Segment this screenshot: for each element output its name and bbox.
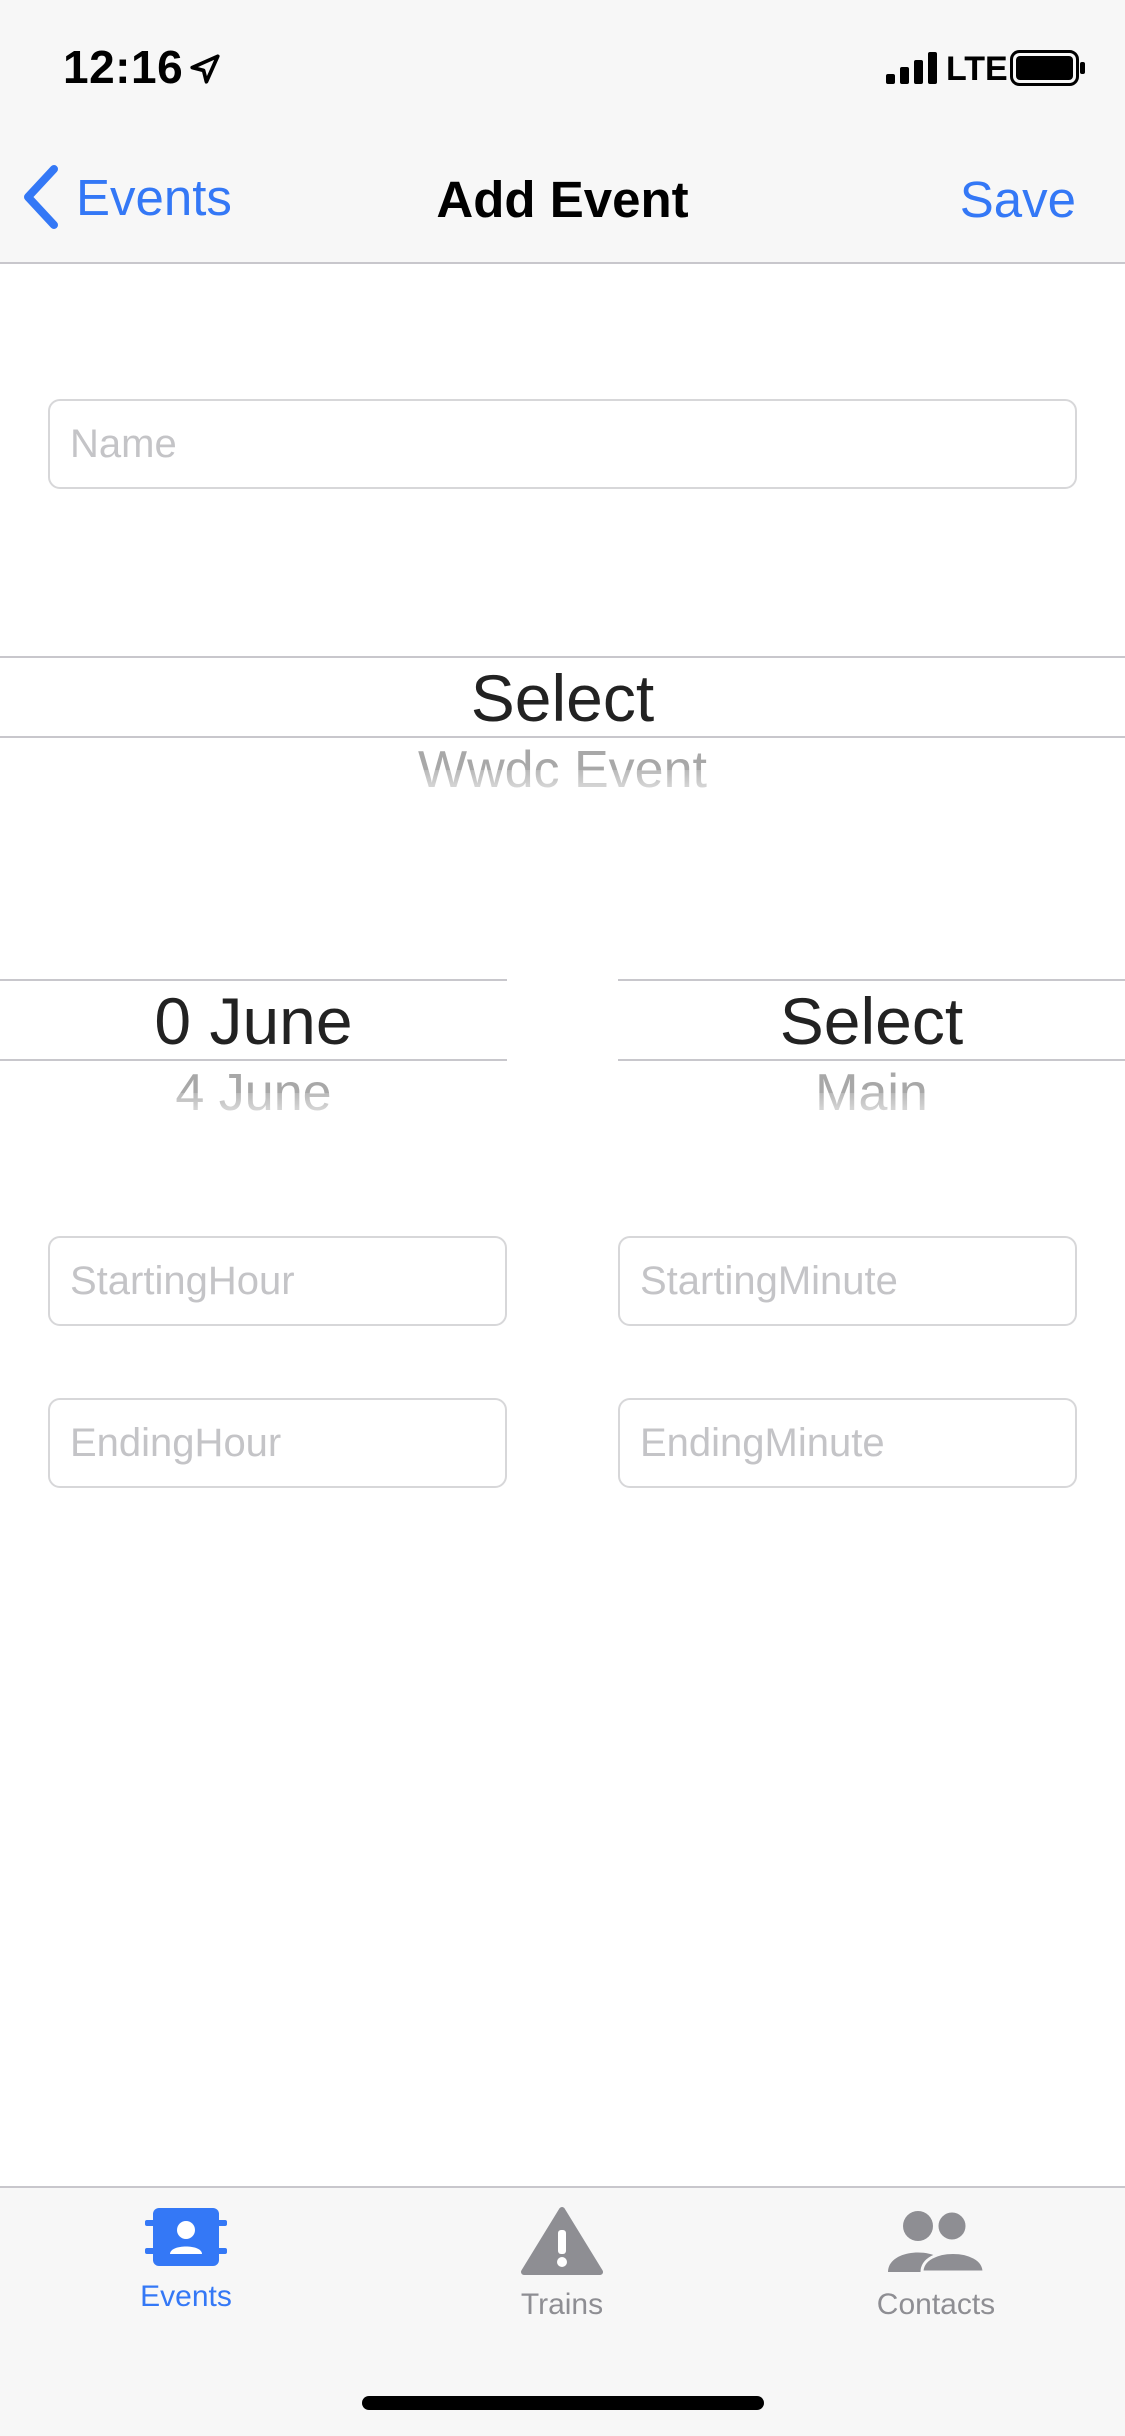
network-type: LTE bbox=[946, 50, 1008, 88]
tab-trains[interactable]: Trains bbox=[412, 2206, 712, 2322]
status-bar: 12:16 LTE bbox=[0, 0, 1125, 132]
tab-contacts-label: Contacts bbox=[876, 2288, 996, 2321]
ending-minute-field[interactable] bbox=[618, 1398, 1077, 1488]
name-field[interactable] bbox=[48, 399, 1077, 489]
location-picker[interactable]: Select Main bbox=[618, 955, 1125, 1145]
ending-hour-field[interactable] bbox=[48, 1398, 507, 1488]
picker-fade bbox=[618, 1093, 1125, 1135]
tab-contacts[interactable]: Contacts bbox=[786, 2206, 1086, 2322]
event-picker[interactable]: Select Wwdc Event bbox=[0, 630, 1125, 820]
contacts-icon bbox=[888, 2209, 986, 2274]
date-picker[interactable]: 0 June 4 June bbox=[0, 955, 507, 1145]
event-picker-selected: Select bbox=[470, 661, 655, 735]
navigation-bar: Events Add Event Save bbox=[0, 132, 1125, 264]
starting-hour-field[interactable] bbox=[48, 1236, 507, 1326]
status-time: 12:16 bbox=[63, 41, 184, 93]
date-picker-selected: 0 June bbox=[154, 984, 353, 1058]
starting-minute-field[interactable] bbox=[618, 1236, 1077, 1326]
location-picker-selected: Select bbox=[779, 984, 964, 1058]
home-indicator[interactable] bbox=[362, 2396, 764, 2410]
battery-icon bbox=[1010, 50, 1085, 86]
tab-trains-label: Trains bbox=[520, 2288, 604, 2321]
picker-fade bbox=[0, 1093, 507, 1135]
events-icon bbox=[145, 2208, 227, 2266]
tab-events-label: Events bbox=[140, 2280, 232, 2313]
warning-triangle-icon bbox=[521, 2207, 603, 2275]
location-arrow-icon bbox=[190, 54, 220, 84]
save-button[interactable]: Save bbox=[960, 170, 1076, 229]
picker-fade bbox=[0, 770, 1125, 812]
tab-events[interactable]: Events bbox=[36, 2206, 336, 2314]
page-title: Add Event bbox=[436, 171, 689, 228]
signal-bars-icon bbox=[886, 52, 937, 84]
